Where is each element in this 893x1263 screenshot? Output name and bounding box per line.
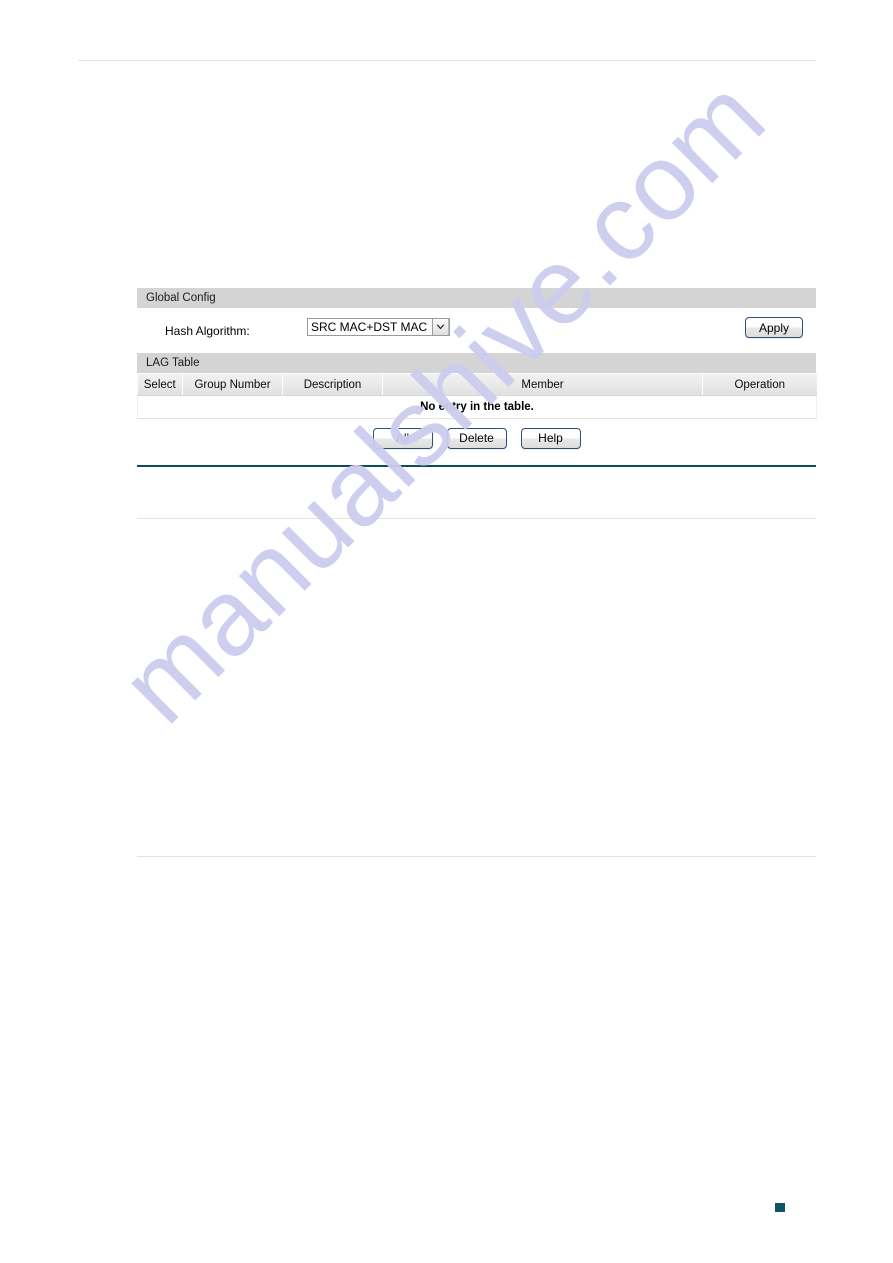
hash-algorithm-select[interactable]: SRC MAC+DST MAC	[307, 318, 450, 336]
page-bottom-divider	[137, 856, 816, 857]
page-corner-mark	[775, 1203, 785, 1212]
column-header-group-number[interactable]: Group Number	[182, 374, 283, 396]
apply-button[interactable]: Apply	[745, 317, 803, 338]
column-header-select[interactable]: Select	[137, 374, 183, 396]
lag-table-actions: All Delete Help	[137, 419, 816, 457]
lag-table-panel: LAG Table Select Group Number Descriptio…	[137, 353, 817, 457]
hash-algorithm-selected-value: SRC MAC+DST MAC	[311, 320, 428, 334]
watermark-overlay: manualshive.com	[0, 0, 893, 1263]
page-top-divider	[78, 60, 816, 61]
select-all-button[interactable]: All	[372, 427, 433, 449]
hash-algorithm-label: Hash Algorithm:	[165, 324, 250, 338]
hash-algorithm-row: Hash Algorithm: SRC MAC+DST MAC Apply	[137, 309, 816, 353]
lag-table-empty-message: No entry in the table.	[137, 395, 817, 419]
global-config-panel: Global Config Hash Algorithm: SRC MAC+DS…	[137, 288, 816, 353]
lag-table-title: LAG Table	[146, 356, 200, 369]
accent-divider	[137, 465, 816, 467]
help-button[interactable]: Help	[520, 427, 581, 449]
global-config-header: Global Config	[137, 288, 816, 309]
global-config-title: Global Config	[146, 291, 216, 304]
column-header-member[interactable]: Member	[382, 374, 703, 396]
delete-button[interactable]: Delete	[446, 427, 507, 449]
column-header-operation[interactable]: Operation	[702, 374, 817, 396]
column-header-description[interactable]: Description	[282, 374, 383, 396]
lag-table-empty-row: No entry in the table.	[137, 395, 817, 419]
chevron-down-icon[interactable]	[432, 319, 449, 335]
lag-table-header-row: Select Group Number Description Member O…	[137, 374, 817, 396]
page-middle-divider	[137, 518, 816, 519]
lag-table: Select Group Number Description Member O…	[137, 374, 817, 419]
lag-table-header: LAG Table	[137, 353, 816, 374]
